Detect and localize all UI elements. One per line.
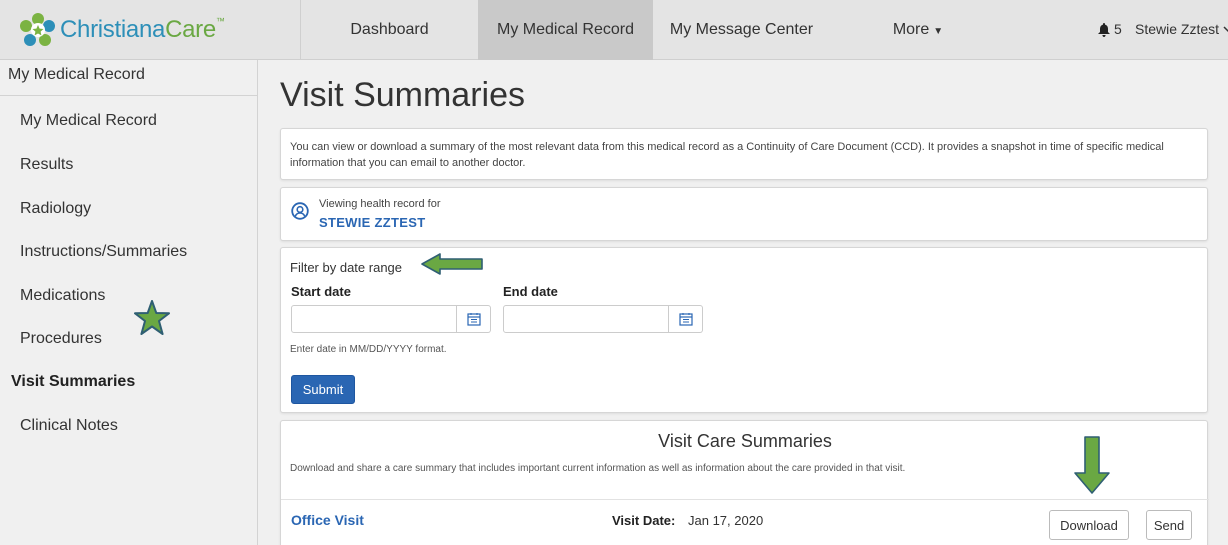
star-icon bbox=[134, 300, 170, 335]
sidebar-item-my-medical-record[interactable]: My Medical Record bbox=[20, 112, 157, 130]
nav-my-medical-record[interactable]: My Medical Record bbox=[478, 0, 653, 60]
notification-count[interactable]: 5 bbox=[1114, 21, 1122, 37]
submit-button[interactable]: Submit bbox=[291, 375, 355, 404]
start-date-input[interactable] bbox=[291, 305, 457, 333]
nav-my-message-center[interactable]: My Message Center bbox=[653, 0, 830, 60]
send-button[interactable]: Send bbox=[1146, 510, 1192, 540]
caret-down-icon: ▼ bbox=[933, 26, 944, 37]
sidebar-item-radiology[interactable]: Radiology bbox=[20, 200, 91, 218]
care-summaries-title: Visit Care Summaries bbox=[658, 431, 832, 451]
visit-care-summaries-panel: Visit Care Summaries Download and share … bbox=[280, 420, 1209, 545]
arrow-down-icon bbox=[1074, 436, 1110, 494]
bell-icon[interactable] bbox=[1098, 23, 1110, 40]
end-date-calendar-button[interactable] bbox=[669, 305, 703, 333]
sidebar-item-visit-summaries[interactable]: Visit Summaries bbox=[11, 373, 135, 391]
info-panel: You can view or download a summary of th… bbox=[280, 128, 1208, 180]
sidebar-item-clinical-notes[interactable]: Clinical Notes bbox=[20, 417, 118, 435]
top-navigation-bar: ChristianaCare™ Dashboard My Medical Rec… bbox=[0, 0, 1228, 60]
patient-name: STEWIE ZZTEST bbox=[319, 215, 426, 230]
christianacare-logo[interactable]: ChristianaCare™ bbox=[18, 11, 225, 49]
nav-more-dropdown[interactable]: More ▼ bbox=[830, 0, 1006, 60]
sidebar-item-medications[interactable]: Medications bbox=[20, 287, 105, 305]
calendar-icon bbox=[466, 313, 481, 326]
visit-date: Jan 17, 2020 bbox=[688, 513, 764, 528]
user-menu[interactable]: Stewie Zztest bbox=[1135, 21, 1228, 37]
end-date-label: End date bbox=[503, 284, 558, 299]
calendar-icon bbox=[678, 313, 693, 326]
start-date-calendar-button[interactable] bbox=[457, 305, 491, 333]
viewing-label: Viewing health record for bbox=[319, 198, 441, 210]
sidebar-item-results[interactable]: Results bbox=[20, 156, 73, 174]
viewing-record-panel: Viewing health record for STEWIE ZZTEST bbox=[280, 187, 1208, 241]
sidebar-item-procedures[interactable]: Procedures bbox=[20, 330, 102, 348]
divider bbox=[281, 499, 1209, 500]
care-summaries-description: Download and share a care summary that i… bbox=[290, 463, 906, 474]
end-date-input[interactable] bbox=[503, 305, 669, 333]
chevron-down-icon bbox=[1223, 21, 1228, 37]
visit-date-label: Visit Date: bbox=[612, 513, 676, 528]
logo-text: ChristianaCare™ bbox=[60, 16, 225, 43]
nav-dashboard[interactable]: Dashboard bbox=[301, 0, 478, 60]
arrow-left-icon bbox=[421, 253, 483, 275]
sidebar: My Medical Record My Medical Record Resu… bbox=[0, 60, 258, 545]
sidebar-header: My Medical Record bbox=[0, 60, 257, 96]
filter-label: Filter by date range bbox=[290, 260, 403, 275]
person-circle-icon bbox=[291, 202, 309, 220]
start-date-label: Start date bbox=[291, 284, 351, 299]
sidebar-item-instructions-summaries[interactable]: Instructions/Summaries bbox=[20, 243, 187, 261]
info-text: You can view or download a summary of th… bbox=[290, 141, 1164, 169]
visit-type-link[interactable]: Office Visit bbox=[291, 512, 364, 528]
date-format-help: Enter date in MM/DD/YYYY format. bbox=[290, 344, 447, 355]
logo-icon bbox=[20, 13, 55, 46]
download-button[interactable]: Download bbox=[1049, 510, 1129, 540]
user-name: Stewie Zztest bbox=[1135, 21, 1220, 37]
page-title: Visit Summaries bbox=[280, 76, 525, 114]
